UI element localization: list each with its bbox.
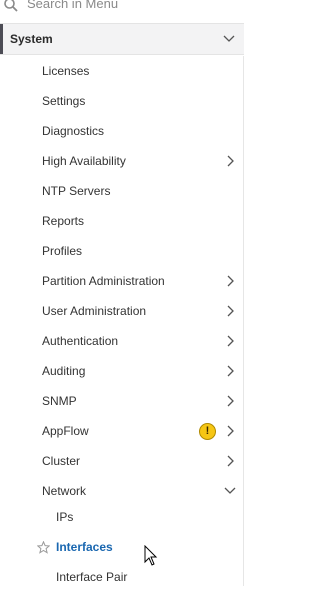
- menu-search[interactable]: Search in Menu: [0, 0, 244, 20]
- menu-item-authentication[interactable]: Authentication: [0, 326, 244, 356]
- menu-item-label: Reports: [42, 214, 85, 228]
- panel-divider: [243, 56, 244, 586]
- section-title: System: [10, 32, 53, 46]
- search-input-placeholder[interactable]: Search in Menu: [27, 0, 118, 11]
- menu-item-label: Diagnostics: [42, 124, 105, 138]
- menu-item-licenses[interactable]: Licenses: [0, 56, 244, 86]
- menu-item-label: Profiles: [42, 244, 83, 258]
- section-active-bar: [0, 24, 3, 54]
- menu-item-label: Licenses: [42, 64, 90, 78]
- menu-item-label: High Availability: [42, 154, 126, 168]
- submenu-item-interface-pair[interactable]: Interface Pair: [0, 562, 244, 592]
- submenu-item-label: Interface Pair: [56, 570, 128, 584]
- menu-item-label: Partition Administration: [42, 274, 165, 288]
- warning-icon[interactable]: !: [199, 423, 216, 440]
- chevron-right-icon[interactable]: [225, 274, 235, 288]
- search-icon: [4, 0, 18, 12]
- mouse-cursor-icon: [144, 545, 158, 566]
- chevron-right-icon[interactable]: [225, 424, 235, 438]
- menu-item-settings[interactable]: Settings: [0, 86, 244, 116]
- menu-item-high-availability[interactable]: High Availability: [0, 146, 244, 176]
- menu-item-label: AppFlow: [42, 424, 89, 438]
- star-outline-icon[interactable]: [37, 541, 50, 554]
- menu-item-label: Auditing: [42, 364, 86, 378]
- menu-item-user-administration[interactable]: User Administration: [0, 296, 244, 326]
- menu-item-label: Settings: [42, 94, 86, 108]
- menu-item-diagnostics[interactable]: Diagnostics: [0, 116, 244, 146]
- submenu-item-ips[interactable]: IPs: [0, 502, 244, 532]
- chevron-right-icon[interactable]: [225, 154, 235, 168]
- menu-item-reports[interactable]: Reports: [0, 206, 244, 236]
- menu-item-snmp[interactable]: SNMP: [0, 386, 244, 416]
- submenu-item-label: IPs: [56, 510, 74, 524]
- chevron-right-icon[interactable]: [225, 394, 235, 408]
- menu-section-system[interactable]: System: [0, 23, 244, 55]
- chevron-down-icon[interactable]: [222, 32, 236, 46]
- menu-item-partition-administration[interactable]: Partition Administration: [0, 266, 244, 296]
- menu-item-label: Cluster: [42, 454, 81, 468]
- chevron-right-icon[interactable]: [225, 454, 235, 468]
- menu-item-label: Authentication: [42, 334, 119, 348]
- submenu-item-label-active: Interfaces: [56, 540, 113, 554]
- chevron-down-icon[interactable]: [223, 484, 237, 498]
- chevron-right-icon[interactable]: [225, 364, 235, 378]
- menu-item-profiles[interactable]: Profiles: [0, 236, 244, 266]
- menu-item-cluster[interactable]: Cluster: [0, 446, 244, 476]
- menu-item-label: SNMP: [42, 394, 77, 408]
- chevron-right-icon[interactable]: [225, 334, 235, 348]
- menu-item-auditing[interactable]: Auditing: [0, 356, 244, 386]
- chevron-right-icon[interactable]: [225, 304, 235, 318]
- submenu-item-interfaces[interactable]: Interfaces: [0, 532, 244, 562]
- menu-item-ntp-servers[interactable]: NTP Servers: [0, 176, 244, 206]
- menu-item-appflow[interactable]: AppFlow !: [0, 416, 244, 446]
- menu-item-label: NTP Servers: [42, 184, 111, 198]
- menu-item-label: User Administration: [42, 304, 147, 318]
